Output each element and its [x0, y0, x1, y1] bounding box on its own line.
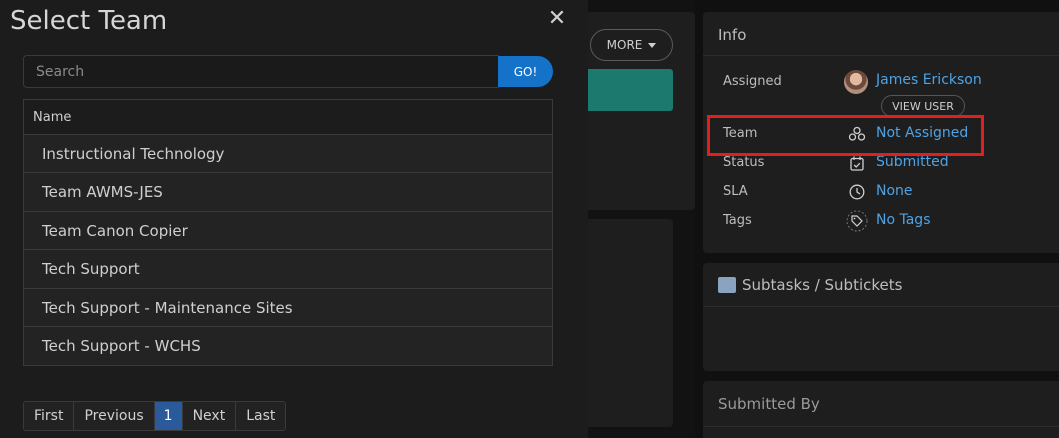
assigned-user-link[interactable]: James Erickson: [876, 72, 982, 88]
table-row[interactable]: Tech Support: [24, 250, 552, 289]
tags-value-link[interactable]: No Tags: [876, 212, 930, 228]
subtasks-card: Subtasks / Subtickets: [703, 263, 1059, 371]
pagination-first[interactable]: First: [24, 402, 75, 430]
subtasks-header: Subtasks / Subtickets: [703, 263, 1059, 307]
subtasks-icon: [718, 276, 736, 293]
tag-icon: [846, 210, 868, 232]
subtasks-title: Subtasks / Subtickets: [742, 275, 903, 294]
caret-down-icon: [648, 42, 657, 48]
status-value-link[interactable]: Submitted: [876, 154, 949, 170]
submitted-by-title: Submitted By: [703, 381, 1059, 427]
sla-value-link[interactable]: None: [876, 183, 913, 199]
pagination: First Previous 1 Next Last: [23, 401, 287, 431]
close-icon[interactable]: ✕: [546, 8, 568, 30]
teal-action-bar[interactable]: [588, 69, 673, 111]
table-row[interactable]: Team AWMS-JES: [24, 173, 552, 212]
team-highlight-box: [707, 115, 984, 156]
table-row[interactable]: Instructional Technology: [24, 135, 552, 174]
more-button[interactable]: MORE: [590, 29, 673, 61]
select-team-modal: Select Team ✕ GO! Name Instructional Tec…: [0, 0, 588, 438]
pagination-previous[interactable]: Previous: [74, 402, 155, 430]
pagination-last[interactable]: Last: [236, 402, 286, 430]
page: MORE Info Assigned James Erickson VIEW U…: [0, 0, 1059, 438]
info-title: Info: [703, 12, 1059, 56]
avatar: [844, 70, 868, 94]
view-user-button[interactable]: VIEW USER: [881, 95, 965, 117]
search-input[interactable]: [23, 55, 499, 88]
clock-icon: [846, 181, 868, 203]
team-table: Name Instructional Technology Team AWMS-…: [23, 99, 553, 367]
modal-title: Select Team: [10, 6, 168, 36]
table-row[interactable]: Team Canon Copier: [24, 211, 552, 251]
tags-label: Tags: [723, 213, 752, 228]
assigned-label: Assigned: [723, 74, 782, 89]
table-row[interactable]: Tech Support - Maintenance Sites: [24, 288, 552, 327]
go-button[interactable]: GO!: [498, 56, 553, 87]
column-header-name[interactable]: Name: [24, 100, 552, 135]
table-row[interactable]: Tech Support - WCHS: [24, 326, 552, 366]
pagination-current-page[interactable]: 1: [154, 402, 183, 430]
ticket-middle-card: [588, 219, 673, 427]
submitted-by-card: Submitted By: [703, 381, 1059, 438]
sla-label: SLA: [723, 184, 748, 199]
more-label: MORE: [606, 38, 643, 52]
pagination-next[interactable]: Next: [182, 402, 237, 430]
status-label: Status: [723, 155, 765, 170]
